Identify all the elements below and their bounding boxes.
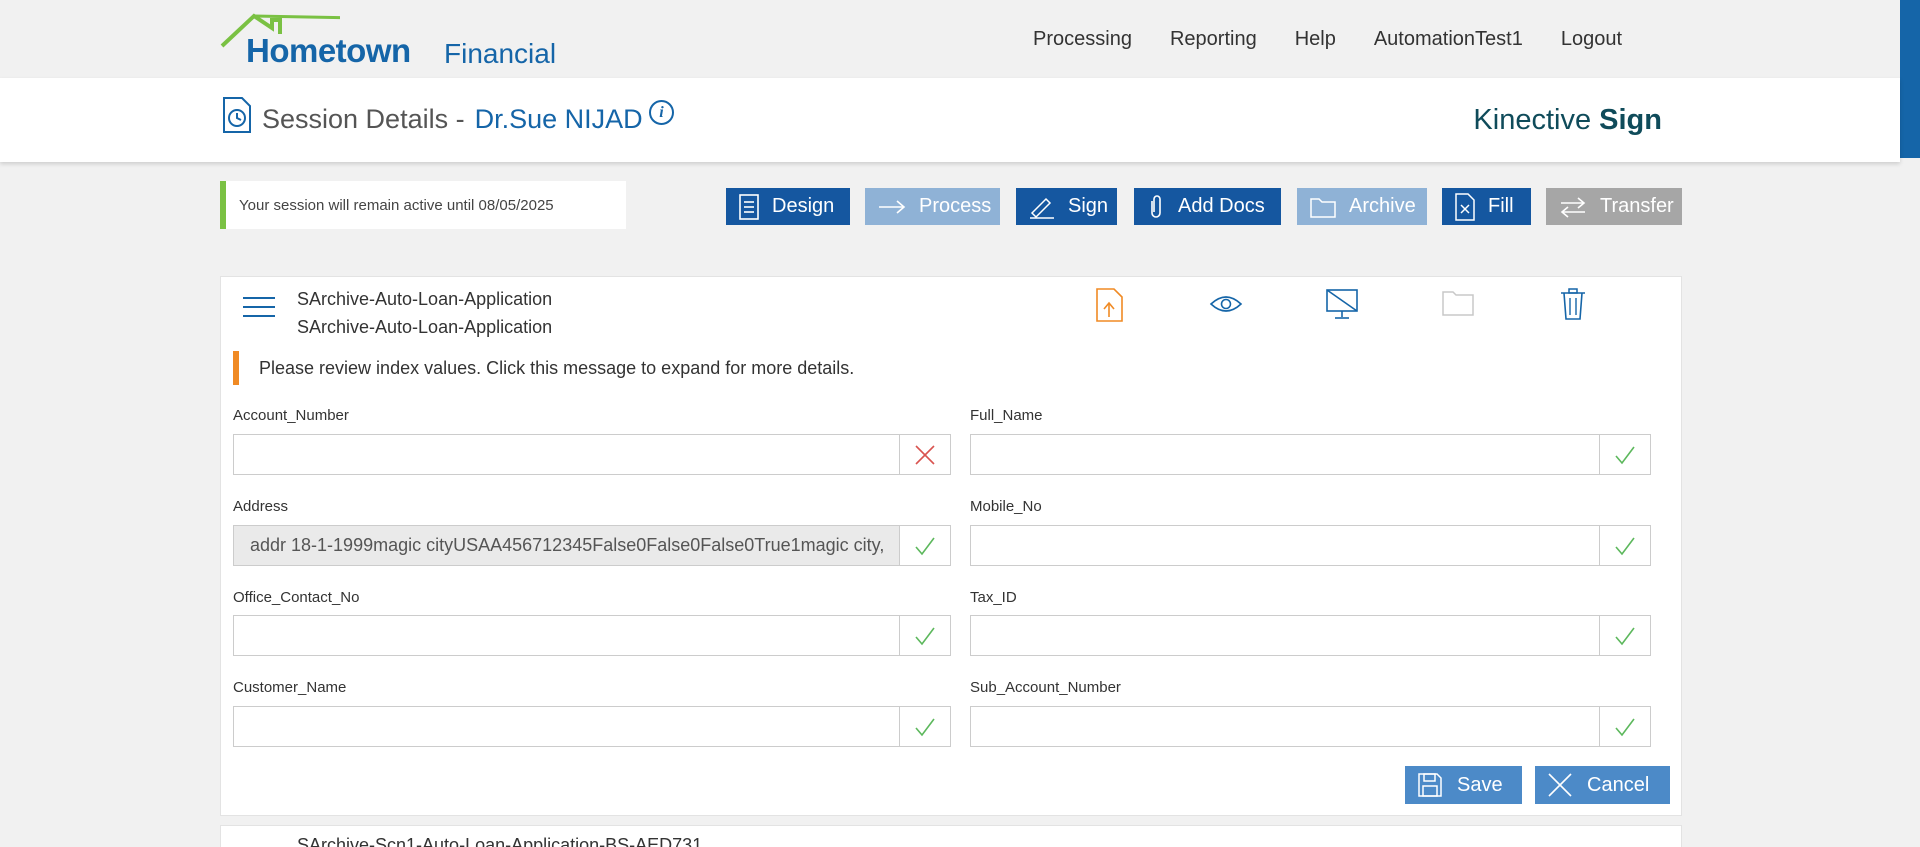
checkmark-icon <box>1599 707 1650 746</box>
brand-name-secondary: Financial <box>444 38 557 69</box>
list-doc-icon <box>739 193 759 220</box>
customer-name-label: Customer_Name <box>233 679 347 696</box>
checkmark-icon <box>1599 526 1650 565</box>
document-title: SArchive-Auto-Loan-Application SArchive-… <box>297 285 552 341</box>
transfer-arrows-icon <box>1560 196 1586 218</box>
address-label: Address <box>233 498 289 515</box>
next-document-card: SArchive-Scn1-Auto-Loan-Application-BS-A… <box>220 825 1682 847</box>
office-contact-label: Office_Contact_No <box>233 589 360 606</box>
full-name-field <box>970 434 1651 475</box>
save-disk-icon <box>1418 773 1442 797</box>
mobile-no-label: Mobile_No <box>970 498 1042 515</box>
account-number-input[interactable] <box>234 435 899 474</box>
sub-account-input[interactable] <box>971 707 1599 746</box>
product-name: Kinective <box>1473 104 1592 136</box>
address-field <box>233 525 951 566</box>
nav-logout[interactable]: Logout <box>1561 28 1622 51</box>
sign-button[interactable]: Sign <box>1016 188 1117 225</box>
office-contact-input[interactable] <box>234 616 899 655</box>
add-docs-button[interactable]: Add Docs <box>1134 188 1281 225</box>
folder-icon[interactable] <box>1441 287 1475 317</box>
save-button[interactable]: Save <box>1405 766 1522 804</box>
archive-button[interactable]: Archive <box>1297 188 1427 225</box>
sub-account-field <box>970 706 1651 747</box>
checkmark-icon <box>899 616 950 655</box>
checkmark-icon <box>899 707 950 746</box>
archive-button-label: Archive <box>1349 195 1416 217</box>
transfer-button-label: Transfer <box>1600 195 1674 217</box>
design-button[interactable]: Design <box>726 188 850 225</box>
nav-reporting[interactable]: Reporting <box>1170 28 1257 51</box>
logo[interactable]: Hometown Financial <box>220 12 560 72</box>
fill-button[interactable]: Fill <box>1442 188 1531 225</box>
info-icon[interactable]: i <box>649 100 674 125</box>
transfer-button[interactable]: Transfer <box>1546 188 1682 225</box>
document-card: SArchive-Auto-Loan-Application SArchive-… <box>220 276 1682 816</box>
save-button-label: Save <box>1457 773 1503 796</box>
process-button[interactable]: Process <box>865 188 1000 225</box>
signer-name: Dr.Sue NIJAD <box>474 104 643 134</box>
monitor-off-icon[interactable] <box>1325 287 1359 321</box>
session-status-banner: Your session will remain active until 08… <box>220 181 626 229</box>
mobile-no-input[interactable] <box>971 526 1599 565</box>
folder-icon <box>1310 197 1336 218</box>
top-bar: Hometown Financial Processing Reporting … <box>0 0 1920 78</box>
customer-name-input[interactable] <box>234 707 899 746</box>
process-button-label: Process <box>919 195 992 217</box>
sign-button-label: Sign <box>1068 195 1109 217</box>
error-x-icon <box>899 435 950 474</box>
trash-icon[interactable] <box>1559 287 1587 321</box>
cancel-button-label: Cancel <box>1587 773 1650 796</box>
review-notice[interactable]: Please review index values. Click this m… <box>233 351 854 385</box>
page-title-label: Session Details - <box>262 104 465 134</box>
product-logo: Kinective Sign <box>1473 104 1662 137</box>
customer-name-field <box>233 706 951 747</box>
nav-help[interactable]: Help <box>1295 28 1336 51</box>
fill-doc-icon <box>1455 192 1475 221</box>
page-header: Session Details - Dr.Sue NIJAD i Kinectiv… <box>0 78 1900 162</box>
pen-icon <box>1030 197 1054 219</box>
nav-processing[interactable]: Processing <box>1033 28 1132 51</box>
document-type: SArchive-Auto-Loan-Application <box>297 317 553 337</box>
eye-icon[interactable] <box>1209 293 1243 315</box>
arrow-right-icon <box>879 199 906 214</box>
next-document-title: SArchive-Scn1-Auto-Loan-Application-BS-A… <box>297 835 703 847</box>
session-history-icon <box>223 97 251 133</box>
full-name-label: Full_Name <box>970 407 1043 424</box>
document-name: SArchive-Auto-Loan-Application <box>297 289 553 309</box>
paperclip-icon <box>1151 194 1161 218</box>
checkmark-icon <box>1599 616 1650 655</box>
close-icon <box>1548 773 1572 797</box>
tax-id-input[interactable] <box>971 616 1599 655</box>
upload-icon[interactable] <box>1095 287 1125 323</box>
address-input[interactable] <box>234 526 899 565</box>
product-name-bold: Sign <box>1599 104 1662 136</box>
mobile-no-field <box>970 525 1651 566</box>
account-number-label: Account_Number <box>233 407 349 424</box>
scrollbar[interactable] <box>1900 0 1920 158</box>
account-number-field <box>233 434 951 475</box>
page-title: Session Details - Dr.Sue NIJAD <box>262 104 643 135</box>
full-name-input[interactable] <box>971 435 1599 474</box>
office-contact-field <box>233 615 951 656</box>
nav-user[interactable]: AutomationTest1 <box>1374 28 1523 51</box>
checkmark-icon <box>1599 435 1650 474</box>
tax-id-field <box>970 615 1651 656</box>
add-docs-button-label: Add Docs <box>1178 195 1265 217</box>
cancel-button[interactable]: Cancel <box>1535 766 1670 804</box>
fill-button-label: Fill <box>1488 195 1514 217</box>
main-nav: Processing Reporting Help AutomationTest… <box>1033 28 1622 51</box>
brand-name: Hometown <box>246 32 411 69</box>
tax-id-label: Tax_ID <box>970 589 1017 606</box>
design-button-label: Design <box>772 195 835 217</box>
sub-account-label: Sub_Account_Number <box>970 679 1121 696</box>
menu-icon[interactable] <box>243 297 275 324</box>
checkmark-icon <box>899 526 950 565</box>
